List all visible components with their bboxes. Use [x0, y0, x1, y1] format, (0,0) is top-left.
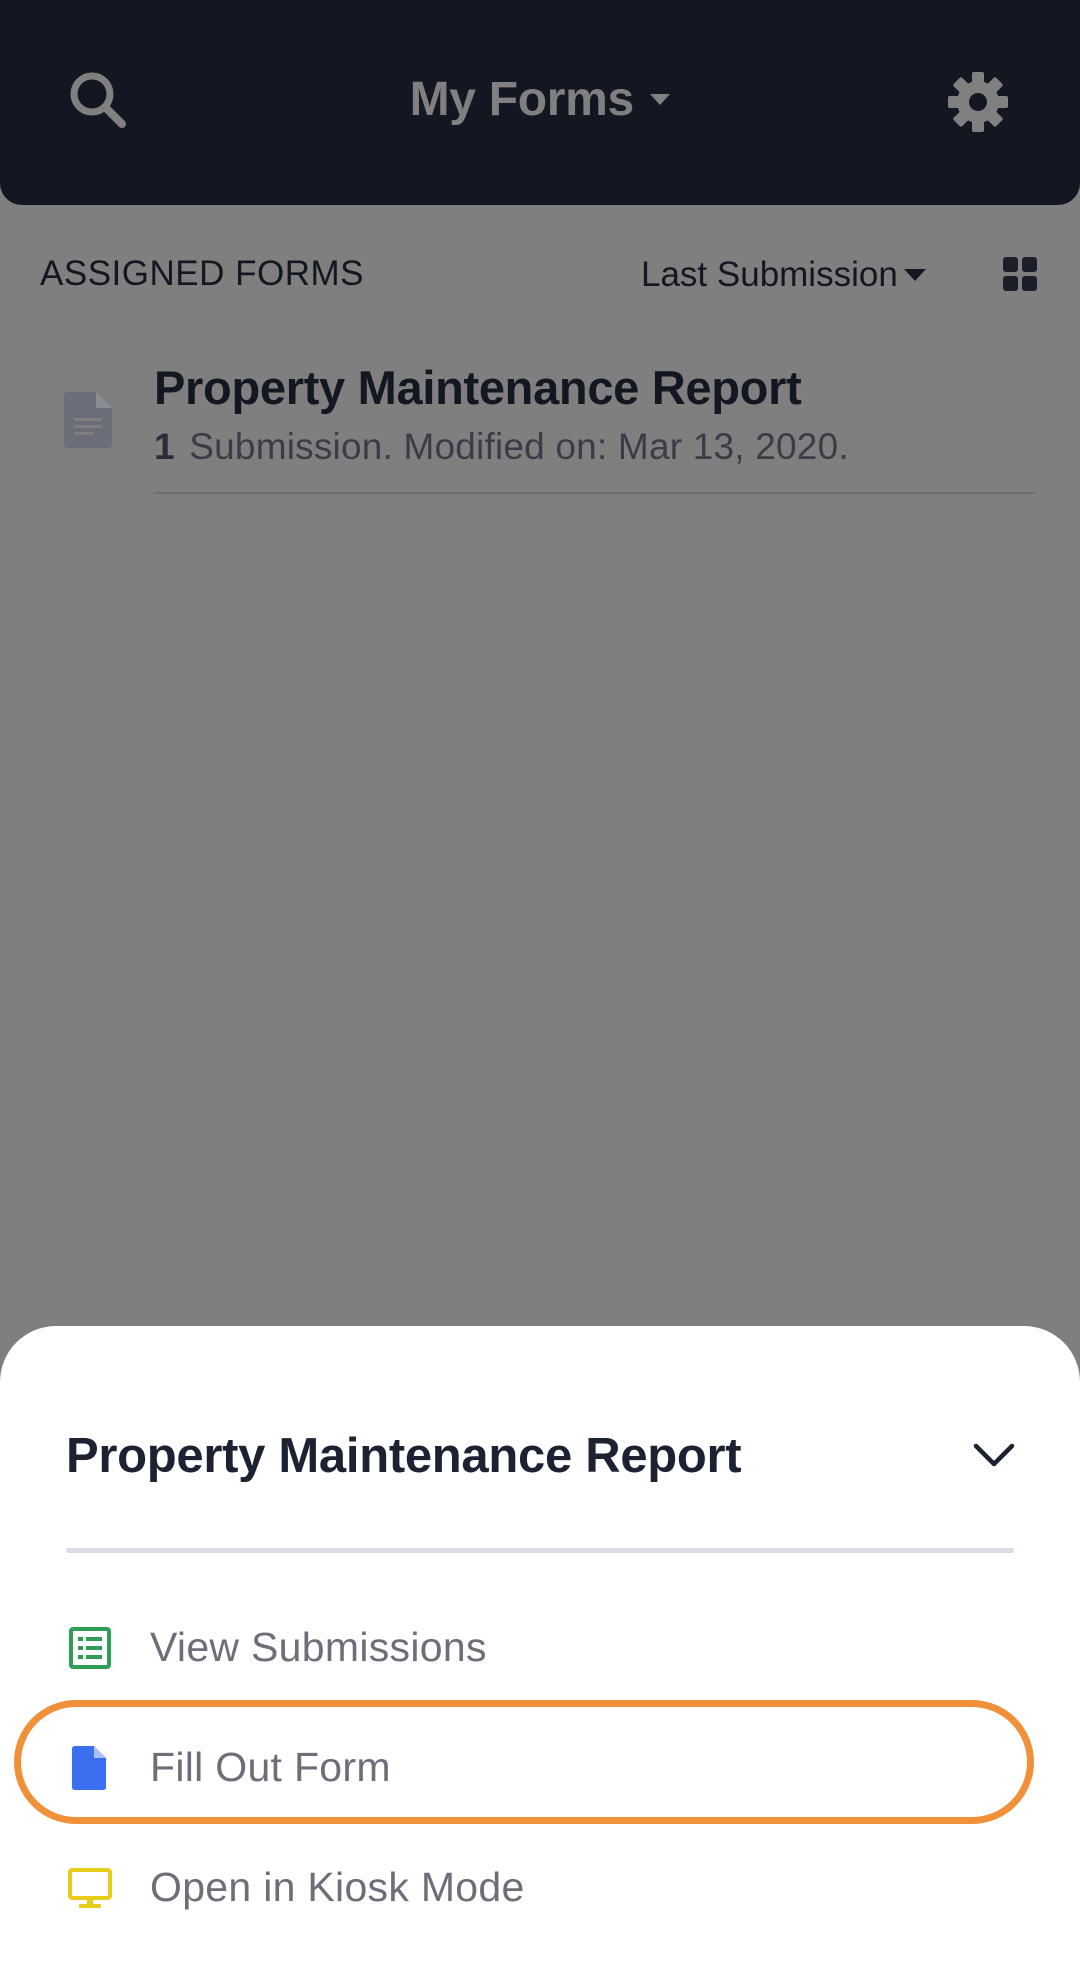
- sort-label: Last Submission: [641, 255, 898, 294]
- menu-item-label: Fill Out Form: [150, 1744, 391, 1790]
- view-submissions-button[interactable]: View Submissions: [0, 1598, 1080, 1698]
- sort-dropdown[interactable]: Last Submission: [641, 252, 926, 298]
- sheet-title: Property Maintenance Report: [66, 1429, 742, 1483]
- menu-item-label: Open in Kiosk Mode: [150, 1864, 525, 1910]
- fill-out-form-button[interactable]: Fill Out Form: [0, 1718, 1080, 1818]
- submission-count: 1: [154, 426, 175, 467]
- page-title: My Forms: [409, 73, 635, 126]
- forms-dropdown[interactable]: My Forms: [0, 72, 1080, 136]
- open-kiosk-mode-button[interactable]: Open in Kiosk Mode: [0, 1838, 1080, 1938]
- monitor-icon: [68, 1866, 112, 1910]
- document-icon: [64, 392, 112, 448]
- document-icon: [68, 1746, 112, 1790]
- caret-down-icon: [650, 94, 671, 105]
- divider: [154, 492, 1036, 494]
- chevron-down-icon[interactable]: [968, 1436, 1020, 1476]
- form-meta-text: Submission. Modified on: Mar 13, 2020.: [189, 426, 849, 467]
- form-list-item[interactable]: Property Maintenance Report 1 Submission…: [0, 350, 1080, 496]
- form-title: Property Maintenance Report: [154, 361, 802, 414]
- grid-view-icon[interactable]: [1003, 257, 1037, 291]
- section-heading: ASSIGNED FORMS: [40, 254, 364, 293]
- gear-icon[interactable]: [946, 70, 1010, 134]
- table-icon: [68, 1626, 112, 1670]
- divider: [66, 1548, 1014, 1553]
- menu-item-label: View Submissions: [150, 1624, 487, 1670]
- caret-down-icon: [903, 269, 926, 281]
- app-header: My Forms: [0, 0, 1080, 205]
- form-meta: 1 Submission. Modified on: Mar 13, 2020.: [154, 426, 849, 468]
